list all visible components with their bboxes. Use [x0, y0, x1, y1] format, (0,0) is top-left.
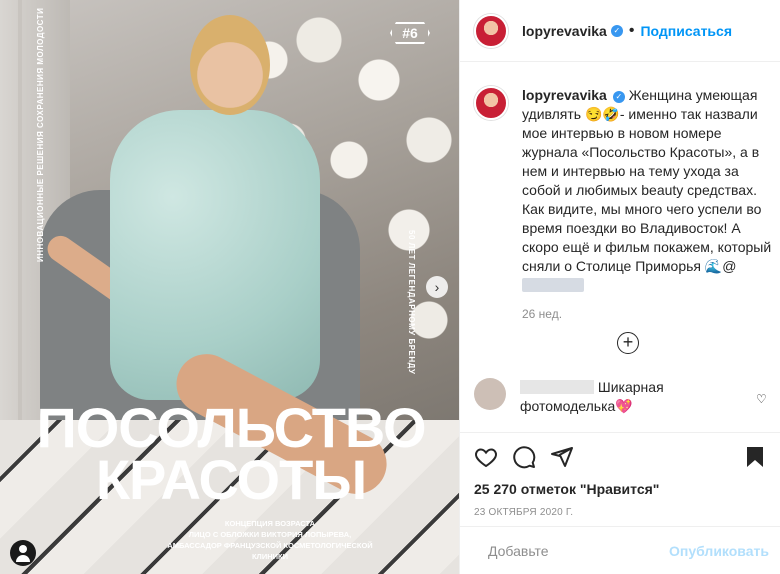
cover-side-text-right: 50 ЛЕТ ЛЕГЕНДАРНОМУ БРЕНДУ — [407, 230, 416, 375]
comment-item: Шикарная фотомоделька💖 — [474, 378, 774, 416]
comment-input[interactable] — [488, 542, 669, 559]
publish-button[interactable]: Опубликовать — [669, 543, 769, 559]
comment-text-block: Шикарная фотомоделька💖 — [520, 378, 740, 416]
verified-badge-icon: ✓ — [612, 91, 625, 103]
post-date[interactable]: 23 ОКТЯБРЯ 2020 Г. — [474, 507, 767, 518]
caption-username[interactable]: lopyrevavika — [522, 87, 607, 103]
caption-avatar[interactable] — [474, 86, 508, 120]
likes-count[interactable]: 25 270 отметок "Нравится" — [474, 481, 767, 497]
cover-title: ПОСОЛЬСТВО КРАСОТЫ — [36, 396, 426, 511]
post-actions: 25 270 отметок "Нравится" 23 ОКТЯБРЯ 202… — [460, 432, 780, 518]
blurred-mention[interactable] — [522, 278, 584, 292]
comment-like-icon[interactable]: ♡ — [756, 392, 767, 406]
add-comment-bar: Опубликовать — [460, 526, 780, 574]
post-header: lopyrevavika ✓ • Подписаться — [460, 0, 780, 62]
cover-side-text-left: ИННОВАЦИОННЫЕ РЕШЕНИЯ СОХРАНЕНИЯ МОЛОДОС… — [36, 7, 45, 262]
action-icons-row — [474, 443, 767, 471]
photo-model-head — [190, 15, 270, 115]
header-username[interactable]: lopyrevavika — [522, 23, 607, 39]
comment-icon[interactable] — [512, 445, 536, 469]
share-icon[interactable] — [550, 445, 574, 469]
post-photo[interactable]: #6 ИННОВАЦИОННЫЕ РЕШЕНИЯ СОХРАНЕНИЯ МОЛО… — [0, 0, 459, 574]
avatar[interactable] — [474, 13, 508, 48]
post-caption: lopyrevavika ✓ Женщина умеющая удивлять 😏… — [474, 86, 774, 321]
comment-avatar[interactable] — [474, 378, 506, 410]
caption-text-block: lopyrevavika ✓ Женщина умеющая удивлять 😏… — [522, 86, 774, 295]
load-more-comments-icon[interactable]: + — [617, 332, 639, 354]
cover-caption-line2: ЛИЦО С ОБЛОЖКИ ВИКТОРИЯ ЛОПЫРЕВА, — [188, 530, 352, 539]
cover-caption: КОНЦЕПЦИЯ ВОЗРАСТА ЛИЦО С ОБЛОЖКИ ВИКТОР… — [150, 518, 390, 562]
post-panel: lopyrevavika ✓ • Подписаться lopyrevavik… — [459, 0, 780, 574]
cover-caption-line3: АМБАССАДОР ФРАНЦУЗСКОЙ КОСМЕТОЛОГИЧЕСКОЙ… — [167, 541, 373, 561]
bookmark-icon[interactable] — [743, 445, 767, 469]
verified-badge-icon: ✓ — [610, 24, 623, 37]
caption-time-ago[interactable]: 26 нед. — [522, 307, 774, 321]
caption-text: Женщина умеющая удивлять 😏🤣- именно так … — [522, 87, 772, 274]
tagged-user-icon[interactable] — [10, 540, 36, 566]
header-separator: • — [628, 21, 635, 39]
chevron-right-icon[interactable]: › — [426, 276, 448, 298]
cover-title-line2: КРАСОТЫ — [95, 448, 367, 511]
blurred-comment-username[interactable] — [520, 380, 594, 394]
cover-issue-badge: #6 — [390, 22, 430, 44]
follow-button[interactable]: Подписаться — [640, 23, 732, 39]
heart-icon[interactable] — [474, 445, 498, 469]
cover-caption-line1: КОНЦЕПЦИЯ ВОЗРАСТА — [224, 519, 316, 528]
cover-title-line1: ПОСОЛЬСТВО — [36, 396, 426, 459]
